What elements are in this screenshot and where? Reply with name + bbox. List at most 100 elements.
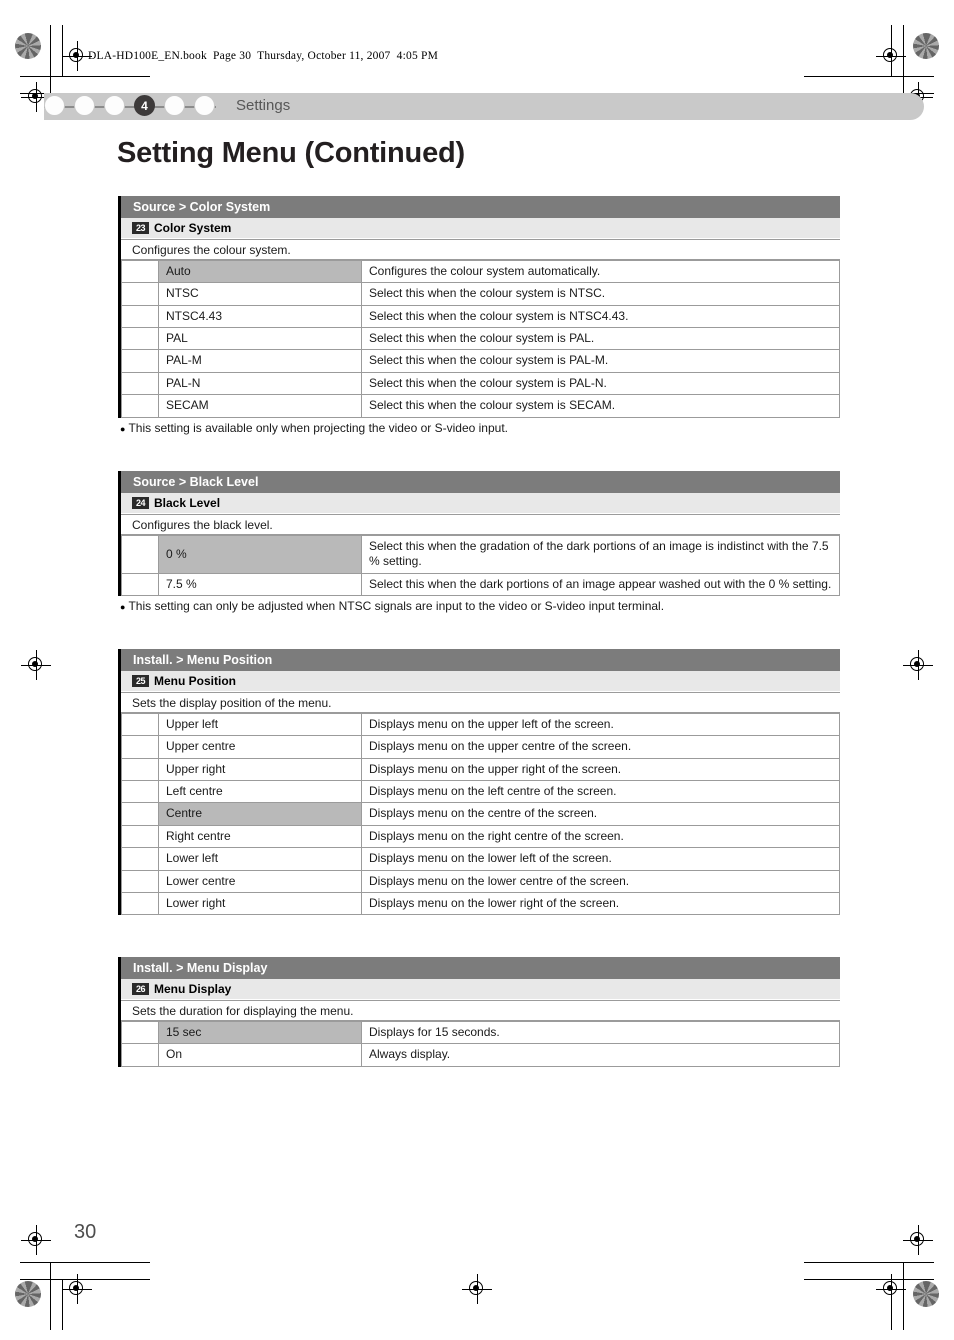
option-name: Right centre [158,824,362,849]
row-indent-cell [121,371,159,396]
options-table: 15 sec Displays for 15 seconds. On Always d… [121,1020,840,1067]
row-indent-cell [121,757,159,782]
row-indent-cell [121,327,159,351]
section-subheader-label: Color System [154,221,232,235]
item-number-badge: 24 [132,497,149,509]
crop-line [903,25,904,93]
option-name: Upper centre [158,735,362,759]
options-table: Auto Configures the colour system automat… [121,259,840,418]
option-name-default: Centre [158,802,362,826]
option-name-default: 15 sec [158,1020,362,1045]
option-description: Select this when the colour system is PA… [361,371,840,396]
option-description: Select this when the colour system is NT… [361,304,840,329]
registration-mark [462,1274,492,1304]
bullet-icon: ● [120,602,126,612]
table-row: Auto Configures the colour system automat… [121,259,840,284]
row-indent-cell [121,1043,159,1067]
row-indent-cell [121,824,159,849]
color-control-patch [913,33,939,59]
row-indent-cell [121,394,159,418]
option-name: Left centre [158,780,362,804]
table-row: Left centre Displays menu on the left cen… [121,780,840,804]
registration-mark [21,650,51,680]
chapter-label: Settings [236,97,291,114]
chapter-dot-6[interactable] [194,95,215,116]
section-description: Configures the black level. [121,514,840,535]
options-table: Upper left Displays menu on the upper lef… [121,712,840,916]
option-description: Select this when the colour system is NT… [361,282,840,306]
option-name: Lower centre [158,869,362,893]
row-indent-cell [121,572,159,597]
row-indent-cell [121,780,159,804]
option-description: Always display. [361,1043,840,1067]
section-note-text: This setting can only be adjusted when N… [128,599,665,613]
option-name: Lower right [158,891,362,916]
row-indent-cell [121,282,159,306]
option-description: Displays menu on the lower centre of the… [361,869,840,893]
option-description: Select this when the colour system is PA… [361,327,840,351]
option-description: Select this when the gradation of the da… [361,535,840,574]
crop-line [891,1279,892,1330]
table-row: Lower right Displays menu on the lower ri… [121,891,840,916]
option-name: PAL-M [158,349,362,373]
table-row: NTSC4.43 Select this when the colour syst… [121,304,840,329]
section-subheader-label: Black Level [154,496,221,510]
row-indent-cell [121,869,159,893]
crop-line [903,1262,904,1330]
book-file-line: DLA-HD100E_EN.book Page 30 Thursday, Oct… [88,50,438,62]
option-name-default: 0 % [158,535,362,574]
table-row: On Always display. [121,1043,840,1067]
option-name: PAL-N [158,371,362,396]
table-row: 0 % Select this when the gradation of the… [121,535,840,574]
section-subheader: 23 Color System [121,218,840,239]
option-description: Displays menu on the upper centre of the… [361,735,840,759]
section-note: ● This setting can only be adjusted when … [120,599,664,615]
option-description: Displays menu on the left centre of the … [361,780,840,804]
table-row: PAL-N Select this when the colour system … [121,371,840,396]
chapter-dot-2[interactable] [74,95,95,116]
options-table: 0 % Select this when the gradation of the… [121,535,840,597]
section-subheader: 26 Menu Display [121,979,840,1000]
registration-mark [21,1225,51,1255]
chapter-dot-nav: 4 [44,95,215,116]
crop-line [50,25,51,93]
chapter-dot-5[interactable] [164,95,185,116]
color-control-patch [15,33,41,59]
crop-line [804,76,934,77]
settings-section: Install. > Menu Display 26 Menu Display Set… [118,957,840,1067]
table-row: Upper left Displays menu on the upper lef… [121,712,840,737]
option-description: Displays menu on the lower right of the … [361,891,840,916]
option-description: Displays menu on the lower left of the s… [361,847,840,871]
section-title: Install. > Menu Position [121,649,840,671]
crop-line [20,1262,150,1263]
crop-line [891,25,892,76]
option-name: Upper right [158,757,362,782]
table-row: 15 sec Displays for 15 seconds. [121,1020,840,1045]
section-description: Sets the duration for displaying the men… [121,1000,840,1021]
color-control-patch [15,1281,41,1307]
row-indent-cell [121,802,159,826]
bullet-icon: ● [120,424,126,434]
option-name: Upper left [158,712,362,737]
table-row: Centre Displays menu on the centre of the… [121,802,840,826]
chapter-dot-4-active[interactable]: 4 [134,95,155,116]
section-note-text: This setting is available only when proj… [128,421,508,435]
page-title: Setting Menu (Continued) [117,137,465,169]
section-subheader-label: Menu Position [154,674,236,688]
option-name-default: Auto [158,259,362,284]
section-note: ● This setting is available only when pro… [120,421,508,437]
chapter-dot-3[interactable] [104,95,125,116]
row-indent-cell [121,259,159,284]
registration-mark [903,650,933,680]
option-description: Displays menu on the right centre of the… [361,824,840,849]
table-row: SECAM Select this when the colour system … [121,394,840,418]
table-row: Lower centre Displays menu on the lower c… [121,869,840,893]
table-row: Upper centre Displays menu on the upper c… [121,735,840,759]
section-title: Install. > Menu Display [121,957,840,979]
row-indent-cell [121,847,159,871]
chapter-dot-1[interactable] [44,95,65,116]
crop-line [62,25,63,76]
row-indent-cell [121,735,159,759]
section-subheader: 25 Menu Position [121,671,840,692]
section-subheader: 24 Black Level [121,493,840,514]
